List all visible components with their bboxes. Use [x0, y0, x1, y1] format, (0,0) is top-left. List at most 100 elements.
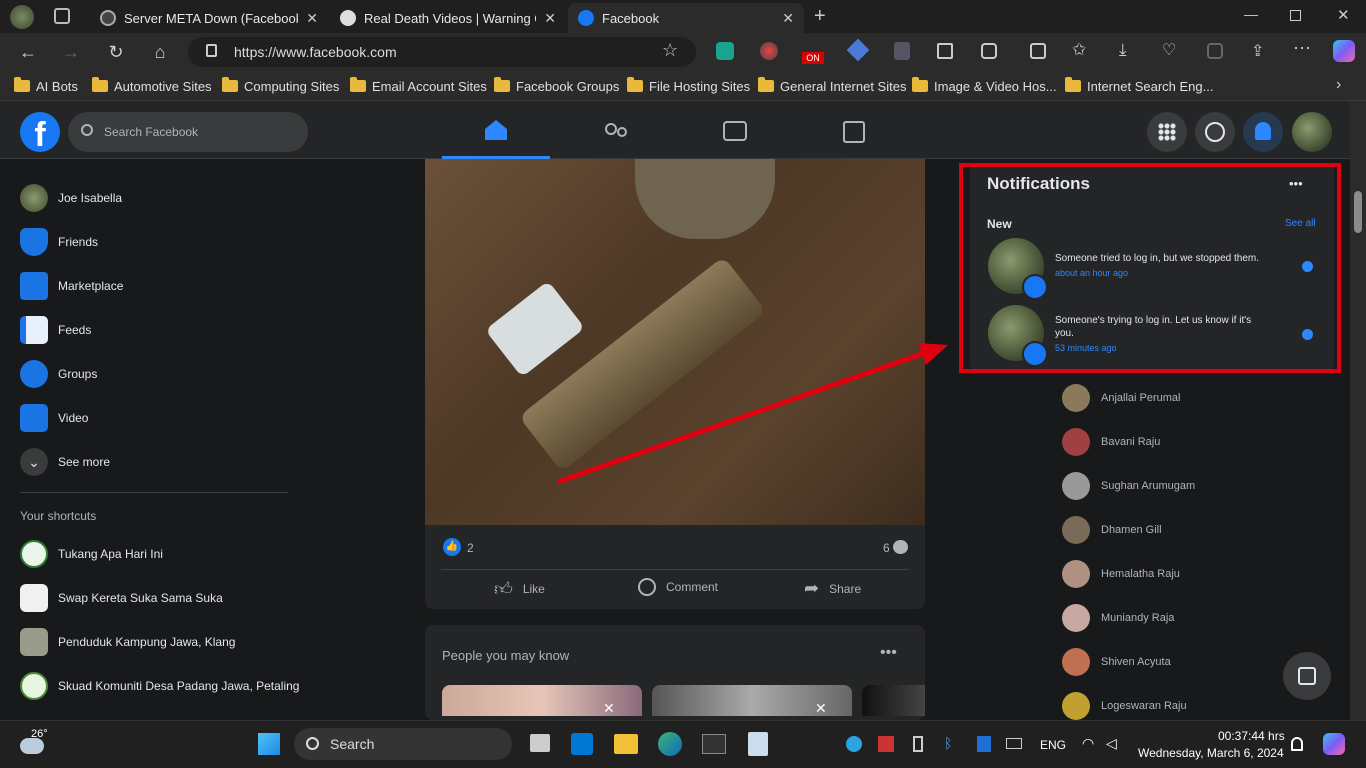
- extension-icon[interactable]: [760, 42, 778, 60]
- store-icon[interactable]: [571, 733, 593, 755]
- bookmark-ai-bots[interactable]: AI Bots: [14, 77, 78, 94]
- extension-icon[interactable]: [937, 43, 953, 59]
- lock-icon[interactable]: [206, 44, 217, 57]
- tray-app-icon[interactable]: [878, 736, 894, 752]
- contact-item[interactable]: Logeswaran Raju: [1062, 692, 1187, 720]
- bookmark-facebook-groups[interactable]: Facebook Groups: [494, 77, 619, 94]
- favorite-star-icon[interactable]: ☆: [662, 40, 678, 61]
- task-view-icon[interactable]: [530, 734, 550, 752]
- weather-icon[interactable]: [20, 738, 44, 754]
- minimize-icon[interactable]: —: [1244, 6, 1258, 22]
- pymk-more-icon[interactable]: •••: [880, 644, 897, 662]
- notepad-icon[interactable]: [748, 732, 768, 756]
- language-indicator[interactable]: ENG: [1040, 738, 1066, 752]
- messenger-button[interactable]: [1195, 112, 1235, 152]
- performance-icon[interactable]: ♡: [1162, 40, 1176, 60]
- temperature[interactable]: 26°: [31, 728, 48, 740]
- address-bar[interactable]: https://www.facebook.com: [188, 37, 696, 67]
- tab-server-meta-down[interactable]: Server META Down (Facebook, In ✕: [90, 3, 328, 33]
- notification-bell-icon[interactable]: [1291, 737, 1303, 751]
- volume-icon[interactable]: ◁: [1106, 735, 1117, 752]
- tab-real-death-videos[interactable]: Real Death Videos | Warning Gra ✕: [330, 3, 566, 33]
- downloads-icon[interactable]: ⤓: [1119, 40, 1127, 60]
- tab-facebook[interactable]: Facebook ✕: [568, 3, 804, 33]
- close-tab-icon[interactable]: ✕: [782, 10, 794, 27]
- contact-item[interactable]: Hemalatha Raju: [1062, 560, 1180, 588]
- split-screen-icon[interactable]: [1030, 43, 1046, 59]
- forward-icon[interactable]: →: [57, 38, 85, 66]
- bookmark-internet-search-engines[interactable]: Internet Search Eng...: [1065, 77, 1213, 94]
- clock-date[interactable]: Wednesday, March 6, 2024: [1138, 746, 1284, 760]
- copilot-icon[interactable]: [1333, 40, 1355, 62]
- back-icon[interactable]: ←: [14, 38, 42, 66]
- restore-icon[interactable]: [1290, 10, 1301, 21]
- close-window-icon[interactable]: ✕: [1337, 6, 1350, 24]
- nav-marketplace-tab[interactable]: [799, 115, 909, 149]
- sidebar-item-friends[interactable]: Friends: [20, 227, 98, 257]
- contact-item[interactable]: Sughan Arumugam: [1062, 472, 1195, 500]
- browser-profile-icon[interactable]: [10, 5, 34, 29]
- browser-essentials-icon[interactable]: [1207, 43, 1223, 59]
- pymk-close-icon[interactable]: ✕: [815, 700, 837, 716]
- account-avatar[interactable]: [1292, 112, 1332, 152]
- clock-time[interactable]: 00:37:44 hrs: [1218, 729, 1285, 743]
- contact-item[interactable]: Dhamen Gill: [1062, 516, 1162, 544]
- extension-icon[interactable]: [716, 42, 734, 60]
- extensions-puzzle-icon[interactable]: [981, 43, 997, 59]
- nav-friends-tab[interactable]: [561, 115, 671, 149]
- bookmark-computing-sites[interactable]: Computing Sites: [222, 77, 339, 94]
- like-reaction-icon[interactable]: 👍: [443, 538, 461, 556]
- close-tab-icon[interactable]: ✕: [544, 10, 556, 27]
- sidebar-item-profile[interactable]: Joe Isabella: [20, 183, 122, 213]
- taskbar-search[interactable]: Search: [294, 728, 512, 760]
- contact-item[interactable]: Anjallai Perumal: [1062, 384, 1180, 412]
- facebook-logo-icon[interactable]: f: [20, 112, 60, 154]
- pymk-person-card[interactable]: [862, 685, 925, 716]
- usb-icon[interactable]: [913, 736, 923, 752]
- security-tray-icon[interactable]: [977, 736, 991, 752]
- contact-item[interactable]: Shiven Acyuta: [1062, 648, 1171, 676]
- shortcut-item[interactable]: Skuad Komuniti Desa Padang Jawa, Petalin…: [20, 671, 299, 701]
- bookmark-email-account-sites[interactable]: Email Account Sites: [350, 77, 487, 94]
- nav-home-tab[interactable]: [442, 115, 552, 149]
- page-scrollbar[interactable]: [1350, 101, 1366, 720]
- shortcut-item[interactable]: Swap Kereta Suka Sama Suka: [20, 583, 223, 613]
- tab-actions-icon[interactable]: [54, 8, 70, 24]
- extension-icon[interactable]: [894, 42, 910, 60]
- contact-item[interactable]: Muniandy Raja: [1062, 604, 1174, 632]
- nav-video-tab[interactable]: [679, 115, 789, 149]
- share-button[interactable]: ➦ Share: [804, 578, 861, 599]
- refresh-icon[interactable]: ↻: [102, 38, 130, 66]
- extension-badge[interactable]: ON: [802, 52, 824, 64]
- close-tab-icon[interactable]: ✕: [306, 10, 318, 27]
- shortcut-item[interactable]: Penduduk Kampung Jawa, Klang: [20, 627, 235, 657]
- sidebar-item-feeds[interactable]: Feeds: [20, 315, 91, 345]
- facebook-search-input[interactable]: Search Facebook: [68, 112, 308, 152]
- menu-grid-button[interactable]: [1147, 112, 1187, 152]
- sidebar-item-marketplace[interactable]: Marketplace: [20, 271, 123, 301]
- sidebar-item-video[interactable]: Video: [20, 403, 88, 433]
- keyboard-icon[interactable]: [1006, 738, 1022, 749]
- copilot-taskbar-icon[interactable]: [1323, 733, 1345, 755]
- bookmark-image-video-hosting[interactable]: Image & Video Hos...: [912, 77, 1057, 94]
- like-count[interactable]: 2: [467, 541, 474, 555]
- bluetooth-icon[interactable]: ᛒ: [944, 735, 952, 751]
- start-button[interactable]: [258, 733, 280, 755]
- edge-icon[interactable]: [658, 732, 682, 756]
- favorites-icon[interactable]: ✩: [1072, 40, 1086, 60]
- new-message-button[interactable]: [1283, 652, 1331, 700]
- contact-item[interactable]: Bavani Raju: [1062, 428, 1160, 456]
- home-icon[interactable]: ⌂: [146, 38, 174, 66]
- file-explorer-icon[interactable]: [614, 734, 638, 754]
- notifications-button[interactable]: [1243, 112, 1283, 152]
- shortcut-item[interactable]: Tukang Apa Hari Ini: [20, 539, 163, 569]
- new-tab-icon[interactable]: +: [814, 5, 826, 28]
- comment-count[interactable]: 6: [883, 541, 890, 555]
- wifi-icon[interactable]: ◠: [1082, 735, 1094, 752]
- scrollbar-thumb[interactable]: [1354, 191, 1362, 233]
- comment-button[interactable]: Comment: [638, 578, 718, 596]
- bookmarks-overflow-icon[interactable]: ›: [1336, 76, 1341, 94]
- bookmark-file-hosting-sites[interactable]: File Hosting Sites: [627, 77, 750, 94]
- telegram-icon[interactable]: [846, 736, 862, 752]
- sidebar-item-groups[interactable]: Groups: [20, 359, 97, 389]
